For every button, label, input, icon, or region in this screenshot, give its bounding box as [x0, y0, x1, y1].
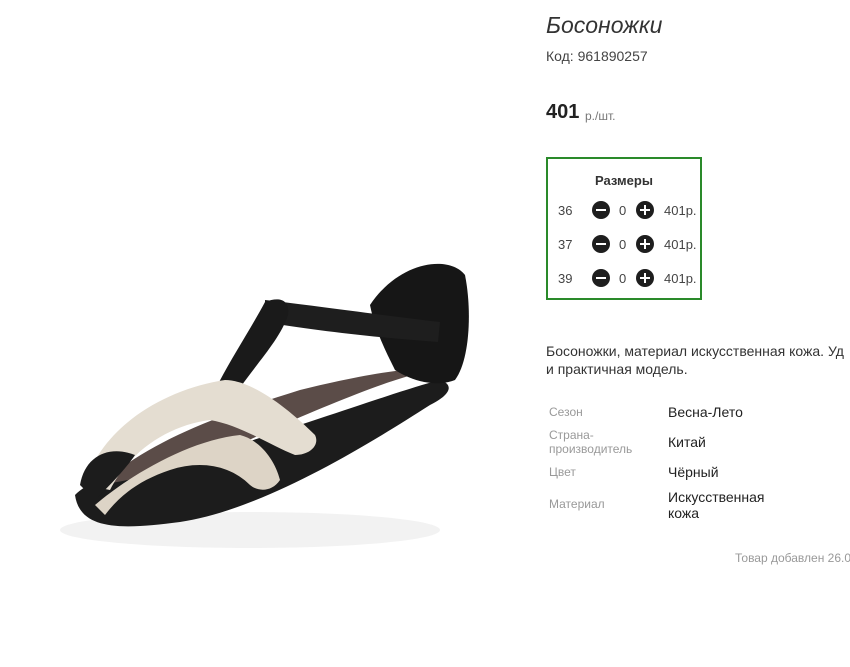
attribute-value-color: Чёрный — [668, 464, 719, 480]
product-title: Босоножки — [546, 12, 663, 38]
size-label: 37 — [558, 237, 573, 252]
product-description: Босоножки, материал искусственная кожа. … — [546, 342, 850, 378]
sizes-panel: Размеры 36 0 401р. 37 0 401р. 39 0 401р. — [546, 157, 702, 300]
size-quantity: 0 — [619, 271, 627, 286]
size-price: 401р. — [664, 271, 697, 286]
attribute-label-color: Цвет — [549, 465, 576, 479]
attribute-label-season: Сезон — [549, 405, 583, 419]
attribute-label-material: Материал — [549, 497, 605, 511]
size-quantity: 0 — [619, 237, 627, 252]
sandal-image — [60, 263, 469, 548]
attribute-value-line: Искусственная — [668, 489, 765, 505]
price-unit: р./шт. — [585, 109, 616, 123]
attribute-value-country: Китай — [668, 434, 706, 450]
sizes-title: Размеры — [595, 173, 653, 188]
product-image[interactable] — [40, 230, 500, 570]
size-quantity: 0 — [619, 203, 627, 218]
product-price: 401 — [546, 101, 580, 123]
plus-button[interactable] — [636, 235, 654, 253]
attribute-value-season: Весна-Лето — [668, 404, 743, 420]
product-code: Код: 961890257 — [546, 48, 648, 64]
attribute-label-country: Страна- производитель — [549, 428, 632, 456]
plus-button[interactable] — [636, 269, 654, 287]
description-line: и практичная модель. — [546, 361, 688, 377]
attribute-value-material: Искусственная кожа — [668, 489, 765, 521]
attribute-value-line: кожа — [668, 505, 700, 521]
size-price: 401р. — [664, 237, 697, 252]
plus-button[interactable] — [636, 201, 654, 219]
size-label: 36 — [558, 203, 573, 218]
minus-button[interactable] — [592, 201, 610, 219]
minus-button[interactable] — [592, 269, 610, 287]
added-date: Товар добавлен 26.0 — [735, 551, 850, 565]
attribute-label-line: Страна- — [549, 428, 594, 442]
description-line: Босоножки, материал искусственная кожа. … — [546, 343, 844, 359]
minus-button[interactable] — [592, 235, 610, 253]
size-label: 39 — [558, 271, 573, 286]
attribute-label-line: производитель — [549, 442, 633, 456]
size-price: 401р. — [664, 203, 697, 218]
